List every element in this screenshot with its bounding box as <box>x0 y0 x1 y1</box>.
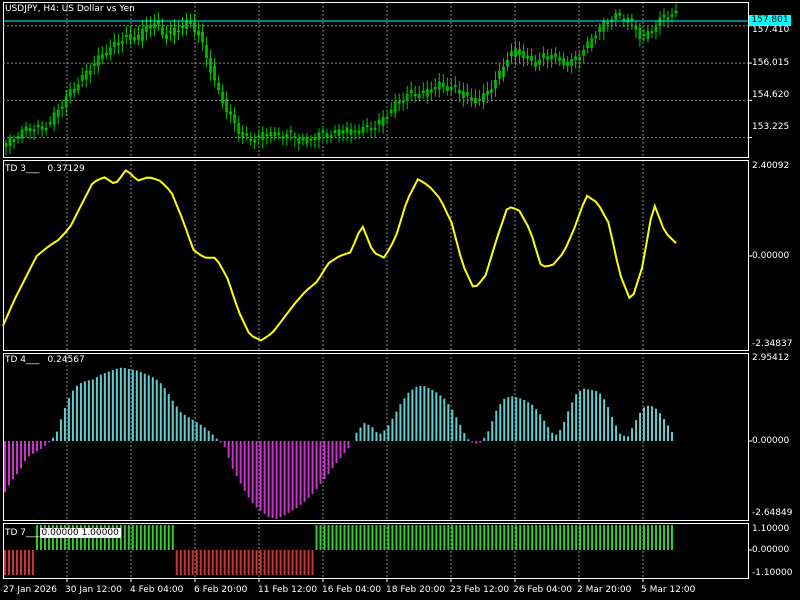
time-axis-label-7: 18 Feb 20:00 <box>386 585 446 595</box>
time-axis-label-10: 2 Mar 20:00 <box>577 585 632 595</box>
td4-title: TD 4___ 0.24567 <box>5 355 85 365</box>
time-axis-label-2: 30 Jan 12:00 <box>65 585 122 595</box>
time-axis-label-4: 6 Feb 20:00 <box>194 585 248 595</box>
td3-axis-zero: 0.00000 <box>752 251 790 261</box>
time-axis-label-11: 5 Mar 12:00 <box>641 585 696 595</box>
time-axis-label-6: 16 Feb 04:00 <box>322 585 382 595</box>
price-axis-label-3: 154.620 <box>752 90 790 100</box>
td4-value: 0.24567 <box>47 355 85 365</box>
td7-axis-zero: 0.00000 <box>752 545 790 555</box>
td7-axis-max: 1.10000 <box>752 524 790 534</box>
trading-chart[interactable] <box>0 0 800 600</box>
symbol-title: USDJPY, H4: US Dollar vs Yen <box>5 4 135 14</box>
time-axis-label-3: 4 Feb 04:00 <box>130 585 184 595</box>
time-axis-label-5: 11 Feb 12:00 <box>258 585 318 595</box>
td3-axis-max: 2.40092 <box>752 161 790 171</box>
price-axis-label-4: 153.225 <box>752 122 790 132</box>
td3-name: TD 3___ <box>5 164 40 174</box>
time-axis-label-1: 27 Jan 2026 <box>3 585 57 595</box>
td7-values: 0.00000 1.00000 <box>39 528 121 538</box>
price-axis-label-2: 156.015 <box>752 58 790 68</box>
td7-name: TD 7___ <box>5 528 40 538</box>
td7-title: TD 7___ 0.00000 1.00000 <box>5 528 121 538</box>
td4-name: TD 4___ <box>5 355 40 365</box>
price-axis-label-1: 157.410 <box>752 25 790 35</box>
td4-axis-max: 2.95412 <box>752 353 790 363</box>
td3-title: TD 3___ 0.37129 <box>5 164 85 174</box>
time-axis-label-8: 23 Feb 12:00 <box>450 585 510 595</box>
td3-line <box>2 169 677 342</box>
td4-axis-zero: 0.00000 <box>752 436 790 446</box>
td3-axis-min: -2.34837 <box>752 339 793 349</box>
td3-value: 0.37129 <box>47 164 85 174</box>
td3-pane-frame <box>3 160 749 351</box>
td7-axis-min: -1.10000 <box>752 568 793 578</box>
time-axis-label-9: 26 Feb 04:00 <box>513 585 573 595</box>
td4-axis-min: -2.64849 <box>752 508 793 518</box>
